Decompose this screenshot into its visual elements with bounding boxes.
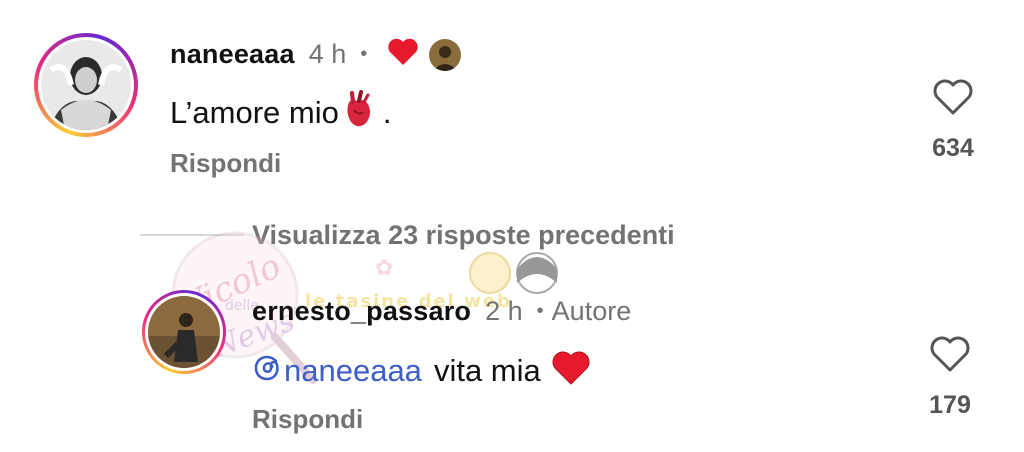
comment1-body: L’amore mio . [170, 90, 391, 135]
author-badge: Autore [551, 296, 632, 326]
comment-text-end: . [382, 94, 392, 130]
mention-username[interactable]: naneeaaa [284, 353, 422, 389]
timestamp: 2 h [485, 296, 523, 326]
svg-text:✿: ✿ [375, 255, 393, 280]
timestamp: 4 h [308, 39, 347, 69]
avatar-photo [148, 296, 220, 368]
anatomical-heart-icon [341, 90, 375, 135]
reply-button[interactable]: Rispondi [252, 404, 363, 435]
separator-dot: • [360, 43, 368, 65]
comment2-header: ernesto_passaro 2 h • Autore [252, 296, 631, 327]
comment-text: vita mia [433, 352, 541, 388]
threads-icon [252, 353, 282, 388]
like-button[interactable] [928, 78, 978, 121]
comment-text: L’amore mio [170, 94, 339, 130]
username[interactable]: naneeaaa [170, 39, 295, 70]
separator-dot: • [536, 300, 544, 322]
comment1-header: naneeaaa 4 h • [170, 38, 462, 71]
like-count: 634 [932, 134, 974, 162]
like-button[interactable] [925, 335, 975, 378]
mention-link[interactable]: naneeaaa [252, 353, 422, 389]
liked-by-author-avatar [429, 38, 462, 71]
thread-divider [140, 234, 244, 236]
red-heart-icon [551, 350, 591, 391]
avatar-photo [41, 40, 131, 130]
avatar-ernesto-passaro[interactable] [142, 290, 226, 374]
avatar-naneeaaa[interactable] [34, 33, 138, 137]
heart-outline-icon [929, 336, 971, 377]
username[interactable]: ernesto_passaro [252, 296, 471, 327]
comment2-body: naneeaaa vita mia [252, 350, 591, 391]
view-previous-replies[interactable]: Visualizza 23 risposte precedenti [252, 220, 675, 251]
like-count: 179 [929, 391, 971, 419]
heart-outline-icon [932, 79, 974, 120]
red-heart-icon [387, 38, 419, 71]
reply-button[interactable]: Rispondi [170, 148, 281, 179]
